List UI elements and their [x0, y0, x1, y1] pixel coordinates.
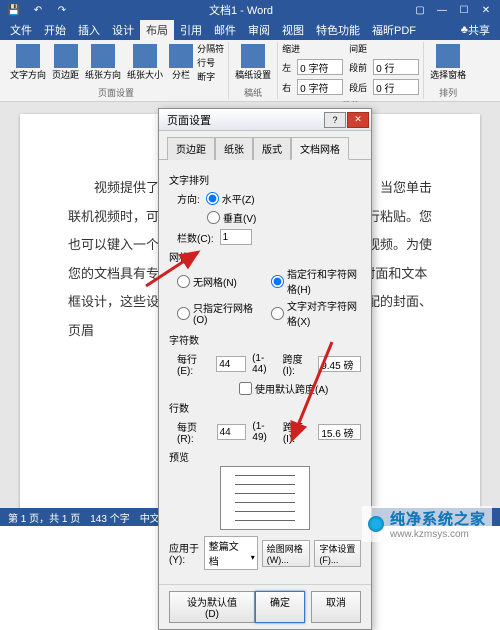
- cancel-button[interactable]: 取消: [311, 591, 361, 623]
- window-titlebar: 💾 ↶ ↷ 文档1 - Word ▢ — ☐ ✕: [0, 0, 500, 20]
- size-button[interactable]: 纸张大小: [125, 42, 165, 83]
- selection-pane-button[interactable]: 选择窗格: [428, 42, 468, 83]
- columns-input[interactable]: 1: [220, 229, 252, 245]
- char-pitch-label: 跨度(I):: [283, 351, 313, 377]
- orientation-button[interactable]: 纸张方向: [83, 42, 123, 83]
- tab-design[interactable]: 设计: [106, 20, 140, 40]
- dialog-close-icon[interactable]: ✕: [347, 112, 369, 128]
- per-page-range: (1-49): [252, 421, 276, 443]
- status-word-count[interactable]: 143 个字: [90, 510, 129, 525]
- chars-label: 字符数: [169, 332, 361, 347]
- dialog-tabs: 页边距 纸张 版式 文档网格: [159, 131, 371, 160]
- watermark-logo-icon: [368, 516, 384, 532]
- per-line-range: (1-44): [252, 353, 277, 375]
- ribbon: 文字方向 页边距 纸张方向 纸张大小 分栏 分隔符 行号 断字 页面设置 稿纸设…: [0, 40, 500, 102]
- status-page[interactable]: 第 1 页，共 1 页: [8, 510, 80, 525]
- close-icon[interactable]: ✕: [476, 2, 496, 18]
- ok-button[interactable]: 确定: [255, 591, 305, 623]
- dialog-help-icon[interactable]: ?: [324, 112, 346, 128]
- direction-label: 方向:: [177, 191, 200, 206]
- no-grid-radio[interactable]: 无网格(N): [177, 266, 267, 296]
- page-setup-group-label: 页面设置: [98, 86, 134, 99]
- direction-horizontal-radio[interactable]: 水平(Z): [206, 191, 255, 206]
- tab-mailings[interactable]: 邮件: [208, 20, 242, 40]
- char-line-grid-radio[interactable]: 指定行和字符网格(H): [271, 266, 361, 296]
- columns-label: 栏数(C):: [177, 230, 214, 245]
- per-page-label: 每页(R):: [177, 419, 211, 445]
- tab-references[interactable]: 引用: [174, 20, 208, 40]
- apply-to-label: 应用于(Y):: [169, 540, 200, 566]
- ribbon-tabs: 文件 开始 插入 设计 布局 引用 邮件 审阅 视图 特色功能 福昕PDF ♣ …: [0, 20, 500, 40]
- dialog-tab-margins[interactable]: 页边距: [167, 137, 215, 160]
- tab-insert[interactable]: 插入: [72, 20, 106, 40]
- indent-left-input[interactable]: 0 字符: [297, 59, 343, 75]
- preview-box: [220, 466, 310, 530]
- breaks-button[interactable]: 分隔符: [197, 42, 224, 55]
- save-icon[interactable]: 💾: [4, 2, 24, 18]
- line-pitch-input[interactable]: 15.6 磅: [318, 424, 361, 440]
- arrange-group-label: 排列: [439, 86, 457, 99]
- maximize-icon[interactable]: ☐: [454, 2, 474, 18]
- undo-icon[interactable]: ↶: [28, 2, 48, 18]
- dialog-title: 页面设置: [167, 112, 211, 128]
- tab-file[interactable]: 文件: [4, 20, 38, 40]
- draw-grid-button[interactable]: 绘图网格(W)...: [262, 540, 311, 567]
- dialog-tab-paper[interactable]: 纸张: [215, 137, 253, 160]
- hyphenation-button[interactable]: 断字: [197, 70, 224, 83]
- font-settings-button[interactable]: 字体设置(F)...: [314, 540, 361, 567]
- redo-icon[interactable]: ↷: [52, 2, 72, 18]
- watermark: 纯净系统之家 www.kzmsys.com: [362, 506, 492, 542]
- tab-pdf[interactable]: 福昕PDF: [366, 20, 422, 40]
- spacing-label: 间距: [349, 42, 419, 55]
- manuscript-group-label: 稿纸: [244, 86, 262, 99]
- spacing-after-input[interactable]: 0 行: [373, 79, 419, 95]
- dialog-tab-docgrid[interactable]: 文档网格: [291, 137, 349, 160]
- align-char-grid-radio[interactable]: 文字对齐字符网格(X): [271, 298, 361, 328]
- lines-label: 行数: [169, 400, 361, 415]
- use-default-pitch-checkbox[interactable]: 使用默认跨度(A): [239, 381, 328, 396]
- preview-label: 预览: [169, 449, 361, 464]
- spacing-before-input[interactable]: 0 行: [373, 59, 419, 75]
- indent-label: 缩进: [282, 42, 343, 55]
- watermark-url: www.kzmsys.com: [390, 529, 486, 540]
- per-line-label: 每行(E):: [177, 351, 210, 377]
- manuscript-button[interactable]: 稿纸设置: [233, 42, 273, 83]
- grid-label: 网格: [169, 249, 361, 264]
- dialog-tab-layout[interactable]: 版式: [253, 137, 291, 160]
- per-page-input[interactable]: 44: [217, 424, 247, 440]
- indent-right-input[interactable]: 0 字符: [297, 79, 343, 95]
- document-title: 文档1 - Word: [209, 2, 273, 18]
- text-direction-button[interactable]: 文字方向: [8, 42, 48, 83]
- share-button[interactable]: ♣ 共享: [455, 20, 496, 40]
- columns-button[interactable]: 分栏: [167, 42, 195, 83]
- line-pitch-label: 跨度(I):: [283, 419, 313, 445]
- set-default-button[interactable]: 设为默认值(D): [169, 591, 255, 623]
- direction-vertical-radio[interactable]: 垂直(V): [207, 210, 256, 225]
- watermark-brand: 纯净系统之家: [390, 508, 486, 529]
- tab-home[interactable]: 开始: [38, 20, 72, 40]
- char-pitch-input[interactable]: 9.45 磅: [318, 356, 361, 372]
- per-line-input[interactable]: 44: [216, 356, 246, 372]
- line-numbers-button[interactable]: 行号: [197, 56, 224, 69]
- minimize-icon[interactable]: —: [432, 2, 452, 18]
- apply-to-combo[interactable]: 整篇文档: [204, 536, 258, 570]
- tab-view[interactable]: 视图: [276, 20, 310, 40]
- tab-layout[interactable]: 布局: [140, 20, 174, 40]
- ribbon-options-icon[interactable]: ▢: [410, 2, 430, 18]
- share-label: 共享: [468, 22, 490, 38]
- margins-button[interactable]: 页边距: [50, 42, 81, 83]
- page-setup-dialog: 页面设置 ? ✕ 页边距 纸张 版式 文档网格 文字排列 方向: 水平(Z) 垂…: [158, 108, 372, 630]
- only-line-grid-radio[interactable]: 只指定行网格(O): [177, 298, 267, 328]
- dialog-titlebar[interactable]: 页面设置 ? ✕: [159, 109, 371, 131]
- tab-review[interactable]: 审阅: [242, 20, 276, 40]
- tab-special[interactable]: 特色功能: [310, 20, 366, 40]
- text-arrange-label: 文字排列: [169, 172, 361, 187]
